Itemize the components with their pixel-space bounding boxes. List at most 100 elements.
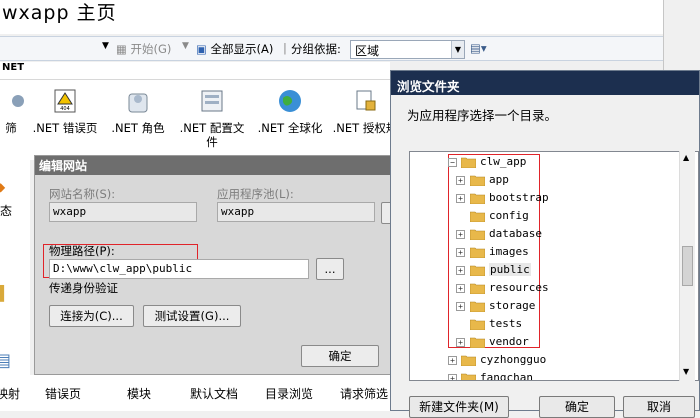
group-by-value: 区域 bbox=[355, 44, 380, 58]
browse-button-bar: 新建文件夹(M) 确定 取消 bbox=[391, 389, 700, 418]
warning-icon: ◆ bbox=[0, 180, 6, 194]
expand-icon: + bbox=[456, 194, 465, 203]
connect-as-button[interactable]: 连接为(C)... bbox=[49, 305, 134, 327]
test-settings-button[interactable]: 测试设置(G)... bbox=[143, 305, 241, 327]
browse-folder-dialog: 浏览文件夹 为应用程序选择一个目录。 − clw_app + app + boo… bbox=[390, 70, 700, 418]
expand-icon: + bbox=[456, 248, 465, 257]
partial-icon bbox=[12, 95, 24, 107]
svg-text:404: 404 bbox=[60, 106, 70, 112]
physical-path-label: 物理路径(P): bbox=[49, 244, 115, 258]
browse-cancel-button[interactable]: 取消 bbox=[623, 396, 695, 418]
section-header: NET bbox=[0, 62, 390, 80]
expand-icon: + bbox=[448, 374, 457, 380]
folder-icon bbox=[470, 283, 485, 294]
expand-icon: + bbox=[456, 266, 465, 275]
authorization-icon bbox=[356, 90, 376, 111]
collapse-icon: − bbox=[448, 158, 457, 167]
tree-item-storage[interactable]: + storage bbox=[456, 298, 556, 316]
folder-icon bbox=[461, 373, 476, 380]
feature-net-globalization[interactable]: .NET 全球化 bbox=[255, 88, 325, 135]
folder-icon bbox=[470, 337, 485, 348]
tree-item-tests[interactable]: tests bbox=[456, 316, 556, 334]
scroll-down-icon[interactable]: ▼ bbox=[683, 367, 689, 376]
feature-icons-row: 筛 404 .NET 错误页 .NET 角色 .NET 配置文件 .NET 全球… bbox=[0, 80, 397, 160]
expand-icon: + bbox=[456, 230, 465, 239]
tree-item-clw-app[interactable]: − clw_app bbox=[448, 154, 548, 172]
folder-icon bbox=[470, 229, 485, 240]
folder-icon bbox=[461, 355, 476, 366]
tree-item-app[interactable]: + app bbox=[456, 172, 556, 190]
tree-item-vendor[interactable]: + vendor bbox=[456, 334, 556, 352]
site-name-field[interactable]: wxapp bbox=[49, 202, 197, 222]
tree-item-bootstrap[interactable]: + bootstrap bbox=[456, 190, 556, 208]
scroll-up-icon[interactable]: ▲ bbox=[683, 153, 689, 162]
browse-ok-button[interactable]: 确定 bbox=[539, 396, 615, 418]
feature-net-roles[interactable]: .NET 角色 bbox=[103, 88, 173, 135]
folder-icon bbox=[470, 247, 485, 258]
folder-tree[interactable]: − clw_app + app + bootstrap config + dat… bbox=[409, 151, 699, 381]
group-by-select[interactable]: 区域 ▼ bbox=[350, 40, 465, 59]
tree-item-database[interactable]: + database bbox=[456, 226, 556, 244]
left-feature-strip: ◆ 态 ▮ ▤ bbox=[0, 160, 30, 375]
browse-dialog-title: 浏览文件夹 bbox=[391, 71, 699, 95]
folder-icon bbox=[470, 319, 485, 330]
physical-path-input[interactable]: D:\www\clw_app\public bbox=[49, 259, 309, 279]
expand-icon: + bbox=[456, 338, 465, 347]
new-folder-button[interactable]: 新建文件夹(M) bbox=[409, 396, 509, 418]
group-by-label: 分组依据: bbox=[291, 42, 341, 56]
feature-directory-browsing[interactable]: 目录浏览 bbox=[265, 385, 313, 402]
right-edge-panel bbox=[663, 0, 700, 70]
folder-icon: ▮ bbox=[0, 280, 7, 305]
expand-icon: + bbox=[456, 284, 465, 293]
feature-modules[interactable]: 模块 bbox=[127, 385, 151, 402]
show-all-icon: ▣ bbox=[196, 42, 207, 56]
view-toggle-icon[interactable]: ▤▾ bbox=[470, 41, 487, 55]
tree-item-config[interactable]: config bbox=[456, 208, 556, 226]
show-all-button[interactable]: ▣ 全部显示(A) bbox=[196, 41, 273, 57]
toolbar: ▼ ▦ 开始(G) ▼ ▣ 全部显示(A) | 分组依据: 区域 ▼ ▤▾ bbox=[0, 36, 663, 61]
edit-site-dialog: 编辑网站 网站名称(S): wxapp 应用程序池(L): wxapp 物理路径… bbox=[34, 155, 395, 375]
profile-icon bbox=[201, 90, 223, 112]
left-strip-label: 态 bbox=[0, 204, 13, 218]
toolbar-separator: | bbox=[283, 41, 287, 55]
error-page-icon: 404 bbox=[54, 89, 76, 113]
scroll-thumb[interactable] bbox=[682, 246, 693, 286]
roles-icon bbox=[128, 93, 148, 113]
tree-item-images[interactable]: + images bbox=[456, 244, 556, 262]
tree-item-cyzhongguo[interactable]: + cyzhongguo bbox=[448, 352, 558, 370]
site-name-label: 网站名称(S): bbox=[49, 187, 116, 201]
dropdown-arrow-icon[interactable]: ▼ bbox=[102, 41, 109, 51]
folder-icon bbox=[470, 301, 485, 312]
binoculars-icon: ▦ bbox=[116, 42, 127, 56]
app-pool-field[interactable]: wxapp bbox=[217, 202, 375, 222]
feature-net-error-page[interactable]: 404 .NET 错误页 bbox=[30, 88, 100, 135]
browse-path-button[interactable]: ... bbox=[316, 258, 344, 280]
selected-folder-label: public bbox=[489, 263, 531, 276]
feature-net-profile[interactable]: .NET 配置文件 bbox=[177, 88, 247, 149]
start-dropdown-icon[interactable]: ▼ bbox=[182, 41, 189, 51]
folder-icon bbox=[470, 175, 485, 186]
feature-default-document[interactable]: 默认文档 bbox=[190, 385, 238, 402]
tree-item-public[interactable]: + public bbox=[456, 262, 556, 280]
browse-description: 为应用程序选择一个目录。 bbox=[407, 108, 558, 123]
start-button[interactable]: ▦ 开始(G) bbox=[116, 41, 171, 57]
feature-mapping[interactable]: 映射 bbox=[0, 385, 20, 402]
folder-icon bbox=[470, 265, 485, 276]
folder-icon bbox=[470, 193, 485, 204]
tree-item-resources[interactable]: + resources bbox=[456, 280, 556, 298]
globe-icon bbox=[279, 90, 301, 112]
dialog-title: 编辑网站 bbox=[35, 156, 391, 175]
expand-icon: + bbox=[456, 176, 465, 185]
page-header: wxapp 主页 bbox=[0, 0, 700, 34]
bottom-feature-row: 映射 错误页 模块 默认文档 目录浏览 请求筛选 bbox=[0, 375, 395, 411]
feature-error-pages[interactable]: 错误页 bbox=[45, 385, 81, 402]
tree-scrollbar[interactable]: ▲ ▼ bbox=[679, 151, 695, 381]
folder-open-icon bbox=[461, 157, 476, 168]
app-pool-label: 应用程序池(L): bbox=[217, 187, 294, 201]
tree-item-fangchan[interactable]: + fangchan bbox=[448, 370, 558, 380]
feature-request-filtering[interactable]: 请求筛选 bbox=[340, 385, 388, 402]
ok-button[interactable]: 确定 bbox=[301, 345, 379, 367]
folder-icon bbox=[470, 211, 485, 222]
chevron-down-icon: ▼ bbox=[451, 41, 464, 58]
expand-icon: + bbox=[456, 302, 465, 311]
